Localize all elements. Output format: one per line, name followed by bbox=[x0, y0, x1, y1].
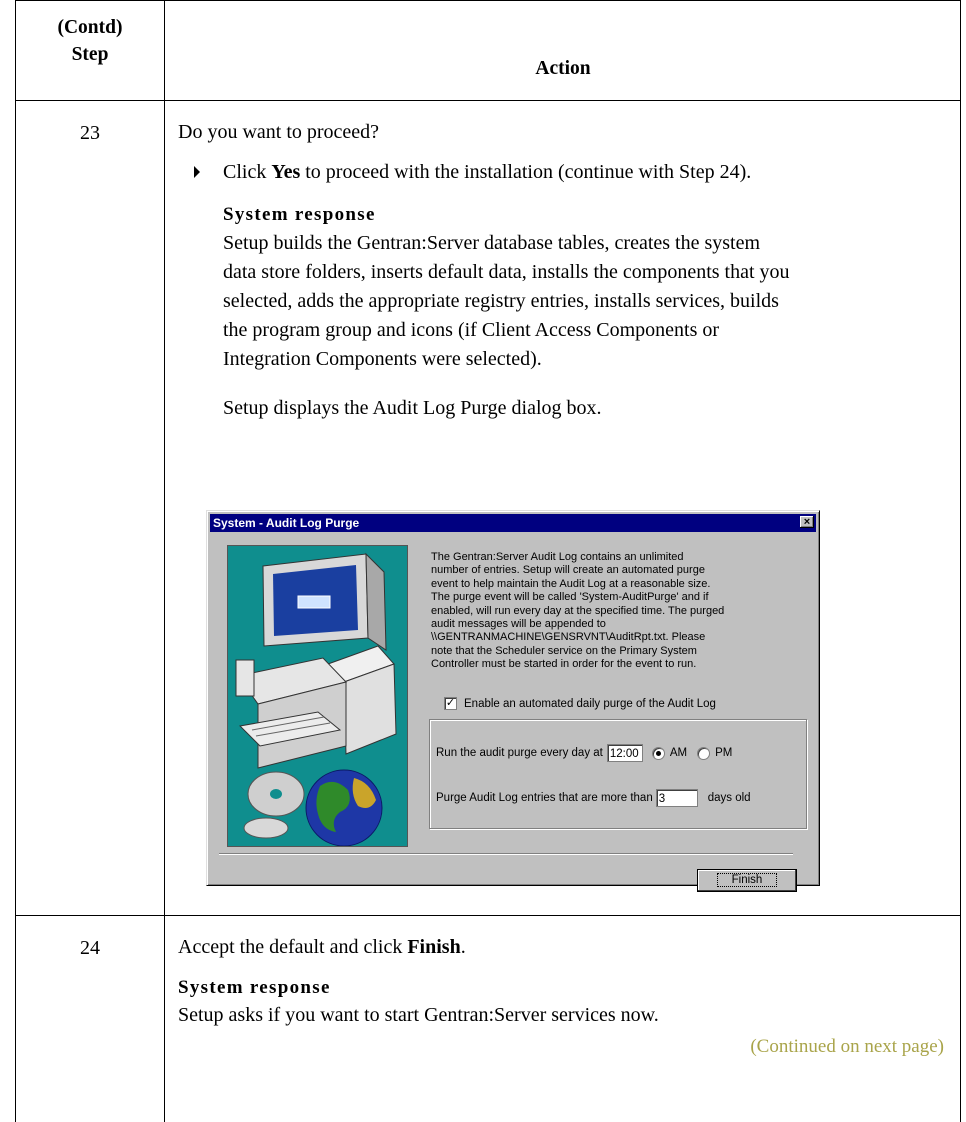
enable-purge-checkbox[interactable]: ✓ bbox=[444, 697, 457, 710]
header-bottom-border bbox=[15, 100, 961, 101]
finish-button[interactable]: Finish bbox=[697, 869, 797, 892]
displays-dialog-text: Setup displays the Audit Log Purge dialo… bbox=[223, 397, 602, 419]
pm-label[interactable]: PM bbox=[715, 747, 732, 759]
start-services-text: Setup asks if you want to start Gentran:… bbox=[178, 1004, 659, 1026]
dialog-description: The Gentran:Server Audit Log contains an… bbox=[431, 551, 803, 672]
step-number-24: 24 bbox=[80, 937, 100, 959]
description-line: \\GENTRANMACHINE\GENSRVNT\AuditRpt.txt. … bbox=[431, 631, 706, 644]
purge-days-label: Purge Audit Log entries that are more th… bbox=[436, 792, 653, 804]
action-column-header: Action bbox=[535, 58, 591, 79]
am-radio[interactable] bbox=[651, 746, 665, 760]
audit-log-purge-dialog: System - Audit Log Purge × The Gentran:S… bbox=[206, 510, 820, 892]
step-header-line2: Step bbox=[71, 44, 109, 65]
dialog-title-bar[interactable]: System - Audit Log Purge × bbox=[210, 514, 816, 532]
bullet-icon bbox=[194, 166, 200, 178]
yes-emphasis: Yes bbox=[271, 161, 301, 183]
enable-purge-label[interactable]: Enable an automated daily purge of the A… bbox=[464, 698, 716, 710]
proceed-question: Do you want to proceed? bbox=[178, 121, 380, 143]
description-line: Controller must be started in order for … bbox=[431, 658, 697, 671]
run-time-row: Run the audit purge every day at 12:00 A… bbox=[436, 744, 732, 762]
description-line: enabled, will run every day at the speci… bbox=[431, 604, 725, 617]
description-line: number of entries. Setup will create an … bbox=[431, 564, 705, 577]
finish-emphasis: Finish bbox=[407, 936, 461, 958]
accept-text-pre: Accept the default and click bbox=[178, 936, 408, 958]
dialog-separator bbox=[219, 853, 793, 855]
enable-purge-checkbox-row[interactable]: ✓ Enable an automated daily purge of the… bbox=[444, 697, 716, 710]
response-line: Setup builds the Gentran:Server database… bbox=[223, 232, 761, 254]
step-number-23: 23 bbox=[80, 122, 100, 144]
row-divider bbox=[15, 915, 961, 916]
bullet-text-pre: Click bbox=[223, 161, 272, 183]
system-response-heading-24: System response bbox=[178, 977, 331, 998]
pm-radio[interactable] bbox=[697, 746, 711, 760]
step-header-line1: (Contd) bbox=[57, 17, 123, 38]
purge-days-input[interactable]: 3 bbox=[655, 789, 698, 807]
response-line: data store folders, inserts default data… bbox=[223, 261, 790, 283]
finish-button-label: Finish bbox=[716, 873, 778, 887]
response-line: the program group and icons (if Client A… bbox=[223, 319, 720, 341]
continued-next-page: (Continued on next page) bbox=[750, 1036, 944, 1057]
days-old-label: days old bbox=[707, 792, 751, 804]
run-time-label: Run the audit purge every day at bbox=[436, 747, 603, 759]
description-line: audit messages will be appended to bbox=[431, 618, 606, 631]
dialog-title: System - Audit Log Purge bbox=[213, 516, 360, 530]
accept-text-post: . bbox=[460, 936, 466, 958]
description-line: The purge event will be called 'System-A… bbox=[431, 591, 709, 604]
computer-globe-illustration bbox=[227, 545, 408, 847]
column-divider bbox=[164, 0, 165, 1122]
bullet-text-post: to proceed with the installation (contin… bbox=[300, 161, 752, 183]
table-right-border bbox=[960, 0, 961, 1122]
close-icon[interactable]: × bbox=[800, 516, 814, 528]
am-label[interactable]: AM bbox=[670, 747, 687, 759]
response-line: selected, adds the appropriate registry … bbox=[223, 290, 779, 312]
purge-settings-group bbox=[429, 719, 807, 829]
run-time-input[interactable]: 12:00 bbox=[606, 744, 643, 762]
response-line: Integration Components were selected). bbox=[223, 348, 542, 370]
computer-globe-graphic bbox=[235, 552, 397, 847]
description-line: The Gentran:Server Audit Log contains an… bbox=[431, 551, 684, 563]
table-top-border bbox=[15, 0, 961, 1]
system-response-heading: System response bbox=[223, 204, 376, 225]
description-line: event to help maintain the Audit Log at … bbox=[431, 577, 711, 590]
step-column-header: (Contd) Step bbox=[16, 14, 164, 68]
description-line: note that the Scheduler service on the P… bbox=[431, 644, 697, 657]
bullet-click-yes: Click Yes to proceed with the installati… bbox=[223, 158, 751, 186]
accept-default-text: Accept the default and click Finish. bbox=[178, 933, 466, 961]
purge-days-row: Purge Audit Log entries that are more th… bbox=[436, 789, 751, 807]
